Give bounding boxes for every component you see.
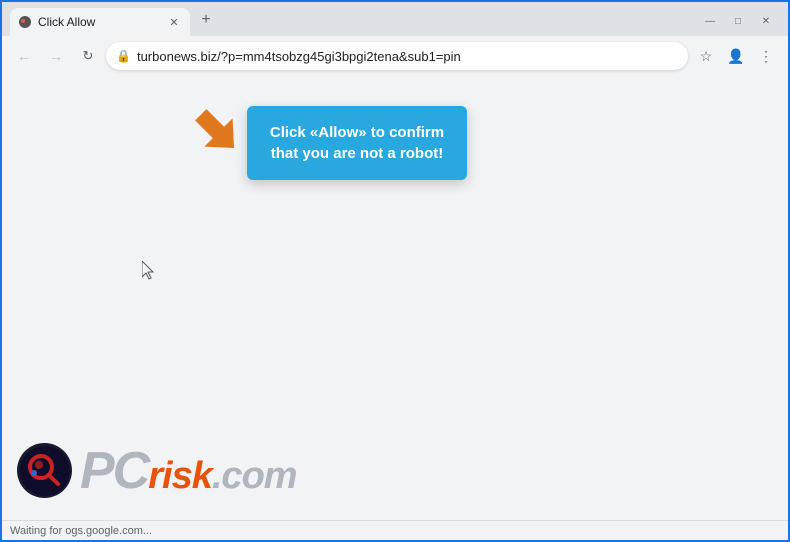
notification-popup: Click «Allow» to confirm that you are no… <box>192 106 467 180</box>
window-controls: — □ ✕ <box>688 10 788 32</box>
mouse-cursor <box>142 261 158 281</box>
forward-button[interactable]: → <box>42 42 70 70</box>
back-button[interactable]: ← <box>10 42 38 70</box>
page-content: Click «Allow» to confirm that you are no… <box>2 76 788 520</box>
url-text: turbonews.biz/?p=mm4tsobzg45gi3bpgi2tena… <box>137 49 678 64</box>
pc-text: PC <box>80 445 148 497</box>
window-close-button[interactable]: ✕ <box>752 10 780 32</box>
status-bar: Waiting for ogs.google.com... <box>2 520 788 540</box>
title-bar: Click Allow ✕ + — □ ✕ <box>2 2 788 36</box>
pcrisk-logo-icon <box>17 443 72 498</box>
active-tab[interactable]: Click Allow ✕ <box>10 8 190 36</box>
address-input[interactable]: 🔒 turbonews.biz/?p=mm4tsobzg45gi3bpgi2te… <box>106 42 688 70</box>
chrome-browser-window: Click Allow ✕ + — □ ✕ ← → ↻ 🔒 turbonews.… <box>2 2 788 540</box>
arrow-container <box>192 101 252 176</box>
arrow-icon <box>192 101 252 171</box>
tabs-area: Click Allow ✕ + <box>2 8 688 36</box>
address-bar-area: ← → ↻ 🔒 turbonews.biz/?p=mm4tsobzg45gi3b… <box>2 36 788 76</box>
address-right-icons: ☆ 👤 ⋮ <box>692 42 780 70</box>
menu-button[interactable]: ⋮ <box>752 42 780 70</box>
refresh-button[interactable]: ↻ <box>74 42 102 70</box>
balloon-box: Click «Allow» to confirm that you are no… <box>247 106 467 180</box>
tab-close-button[interactable]: ✕ <box>166 14 182 30</box>
balloon-text: Click «Allow» to confirm that you are no… <box>270 124 444 162</box>
pcrisk-watermark: PC risk .com <box>17 443 297 498</box>
risk-text: risk <box>148 457 212 495</box>
bookmark-button[interactable]: ☆ <box>692 42 720 70</box>
tab-favicon <box>18 15 32 29</box>
profile-button[interactable]: 👤 <box>722 42 750 70</box>
tab-title: Click Allow <box>38 15 160 29</box>
maximize-button[interactable]: □ <box>724 10 752 32</box>
new-tab-button[interactable]: + <box>194 8 218 32</box>
pcrisk-text: PC risk .com <box>80 445 297 497</box>
lock-icon: 🔒 <box>116 49 131 63</box>
status-text: Waiting for ogs.google.com... <box>10 525 152 537</box>
dotcom-text: .com <box>212 457 297 495</box>
minimize-button[interactable]: — <box>696 10 724 32</box>
